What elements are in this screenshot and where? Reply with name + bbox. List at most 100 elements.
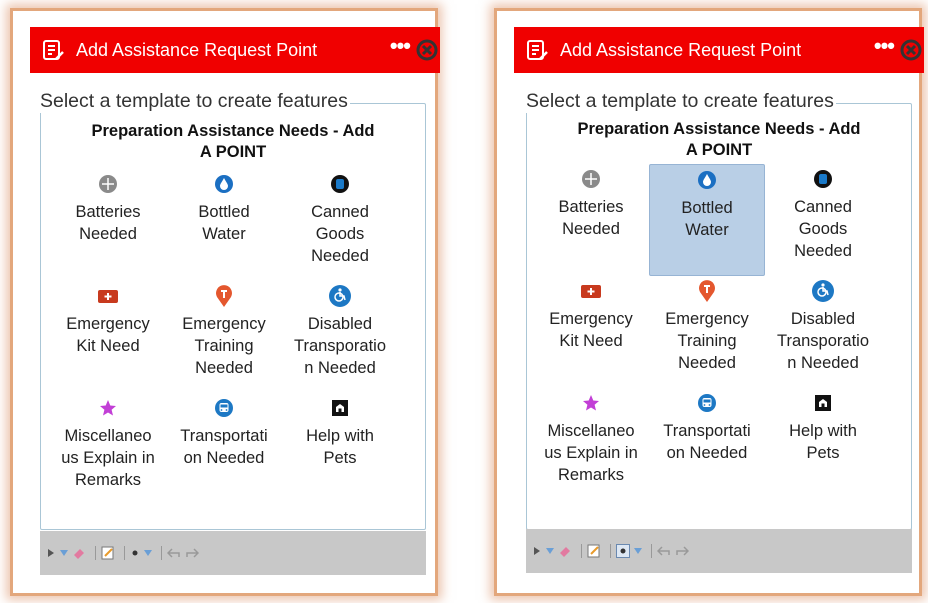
template-label: Miscellaneo us Explain in Remarks xyxy=(544,422,638,484)
template-emergency-training[interactable]: Emergency Training Needed xyxy=(649,276,765,388)
bus-icon xyxy=(649,392,765,414)
template-label: Emergency Training Needed xyxy=(665,310,749,372)
group-title-line1: Preparation Assistance Needs - Add xyxy=(91,122,375,140)
group-title-line1: Preparation Assistance Needs - Add xyxy=(577,120,861,138)
more-options-icon[interactable]: ••• xyxy=(874,35,895,57)
training-pin-icon xyxy=(166,285,282,307)
widget-title: Add Assistance Request Point xyxy=(76,39,318,60)
template-label: Miscellaneo us Explain in Remarks xyxy=(61,427,155,489)
water-drop-icon xyxy=(166,173,282,195)
template-help-with-pets[interactable]: Help with Pets xyxy=(282,393,398,505)
group-title-line2: A POINT xyxy=(199,143,267,161)
wheelchair-icon xyxy=(282,285,398,307)
close-icon[interactable] xyxy=(900,39,922,61)
template-disabled-transportation[interactable]: Disabled Transporatio n Needed xyxy=(765,276,881,388)
template-batteries[interactable]: Batteries Needed xyxy=(50,169,166,281)
template-miscellaneous[interactable]: Miscellaneo us Explain in Remarks xyxy=(533,388,649,500)
undo-icon[interactable] xyxy=(167,547,181,559)
template-label: Batteries Needed xyxy=(558,198,624,238)
template-label: Emergency Kit Need xyxy=(66,315,150,355)
first-aid-kit-icon xyxy=(533,280,649,302)
widget-title: Add Assistance Request Point xyxy=(560,39,802,60)
chevron-down-icon[interactable] xyxy=(60,550,68,556)
template-label: Emergency Training Needed xyxy=(182,315,266,377)
pet-icon xyxy=(765,392,881,414)
group-title: Preparation Assistance Needs - Add A POI… xyxy=(40,121,426,163)
close-icon[interactable] xyxy=(416,39,438,61)
pet-icon xyxy=(282,397,398,419)
template-canned-goods[interactable]: Canned Goods Needed xyxy=(765,164,881,276)
point-tool-icon-active[interactable] xyxy=(616,544,630,558)
template-canned-goods[interactable]: Canned Goods Needed xyxy=(282,169,398,281)
canned-goods-icon xyxy=(282,173,398,195)
template-label: Canned Goods Needed xyxy=(311,203,369,265)
template-label: Bottled Water xyxy=(681,199,733,239)
template-label: Disabled Transporatio n Needed xyxy=(293,315,386,377)
template-emergency-kit[interactable]: Emergency Kit Need xyxy=(533,276,649,388)
eraser-icon[interactable] xyxy=(72,547,86,559)
select-tool-icon[interactable] xyxy=(46,548,56,558)
template-bottled-water-selected[interactable]: Bottled Water xyxy=(649,164,765,276)
template-disabled-transportation[interactable]: Disabled Transporatio n Needed xyxy=(282,281,398,393)
star-icon xyxy=(50,397,166,419)
select-template-label: Select a template to create features xyxy=(40,90,350,113)
template-grid: Batteries Needed Bottled Water Canned Go… xyxy=(50,169,420,505)
group-title-line2: A POINT xyxy=(685,141,753,159)
widget-header: Add Assistance Request Point ••• xyxy=(30,27,440,73)
template-label: Help with Pets xyxy=(789,422,857,462)
template-label: Bottled Water xyxy=(198,203,250,243)
template-label: Batteries Needed xyxy=(75,203,141,243)
toolbar-divider xyxy=(124,546,125,560)
panel-left-content: Add Assistance Request Point ••• Select … xyxy=(0,0,464,603)
draw-toolbar xyxy=(40,531,426,575)
first-aid-kit-icon xyxy=(50,285,166,307)
eraser-icon[interactable] xyxy=(558,545,572,557)
chevron-down-icon[interactable] xyxy=(144,550,152,556)
star-icon xyxy=(533,392,649,414)
batteries-icon xyxy=(533,168,649,190)
toolbar-divider xyxy=(610,544,611,558)
template-label: Help with Pets xyxy=(306,427,374,467)
toolbar-divider xyxy=(95,546,96,560)
redo-icon[interactable] xyxy=(675,545,689,557)
bus-icon xyxy=(166,397,282,419)
panel-right-content: Add Assistance Request Point ••• Select … xyxy=(485,0,928,603)
template-miscellaneous[interactable]: Miscellaneo us Explain in Remarks xyxy=(50,393,166,505)
select-tool-icon[interactable] xyxy=(532,546,542,556)
template-transportation[interactable]: Transportati on Needed xyxy=(166,393,282,505)
template-emergency-kit[interactable]: Emergency Kit Need xyxy=(50,281,166,393)
edit-attributes-icon[interactable] xyxy=(101,546,115,560)
wheelchair-icon xyxy=(765,280,881,302)
toolbar-divider xyxy=(161,546,162,560)
chevron-down-icon[interactable] xyxy=(634,548,642,554)
point-tool-icon[interactable] xyxy=(130,548,140,558)
template-label: Transportati on Needed xyxy=(663,422,751,462)
redo-icon[interactable] xyxy=(185,547,199,559)
edit-list-icon xyxy=(42,39,64,61)
template-emergency-training[interactable]: Emergency Training Needed xyxy=(166,281,282,393)
batteries-icon xyxy=(50,173,166,195)
more-options-icon[interactable]: ••• xyxy=(390,35,411,57)
template-help-with-pets[interactable]: Help with Pets xyxy=(765,388,881,500)
select-template-label: Select a template to create features xyxy=(526,90,836,113)
widget-header: Add Assistance Request Point ••• xyxy=(514,27,924,73)
template-label: Disabled Transporatio n Needed xyxy=(776,310,869,372)
template-label: Canned Goods Needed xyxy=(794,198,852,260)
chevron-down-icon[interactable] xyxy=(546,548,554,554)
undo-icon[interactable] xyxy=(657,545,671,557)
toolbar-divider xyxy=(581,544,582,558)
template-batteries[interactable]: Batteries Needed xyxy=(533,164,649,276)
edit-attributes-icon[interactable] xyxy=(587,544,601,558)
draw-toolbar xyxy=(526,529,912,573)
template-grid: Batteries Needed Bottled Water Canned Go… xyxy=(533,164,903,500)
training-pin-icon xyxy=(649,280,765,302)
water-drop-icon xyxy=(650,169,764,191)
group-title: Preparation Assistance Needs - Add A POI… xyxy=(526,119,912,161)
template-label: Emergency Kit Need xyxy=(549,310,633,350)
edit-list-icon xyxy=(526,39,548,61)
canned-goods-icon xyxy=(765,168,881,190)
template-label: Transportati on Needed xyxy=(180,427,268,467)
template-bottled-water[interactable]: Bottled Water xyxy=(166,169,282,281)
template-transportation[interactable]: Transportati on Needed xyxy=(649,388,765,500)
toolbar-divider xyxy=(651,544,652,558)
